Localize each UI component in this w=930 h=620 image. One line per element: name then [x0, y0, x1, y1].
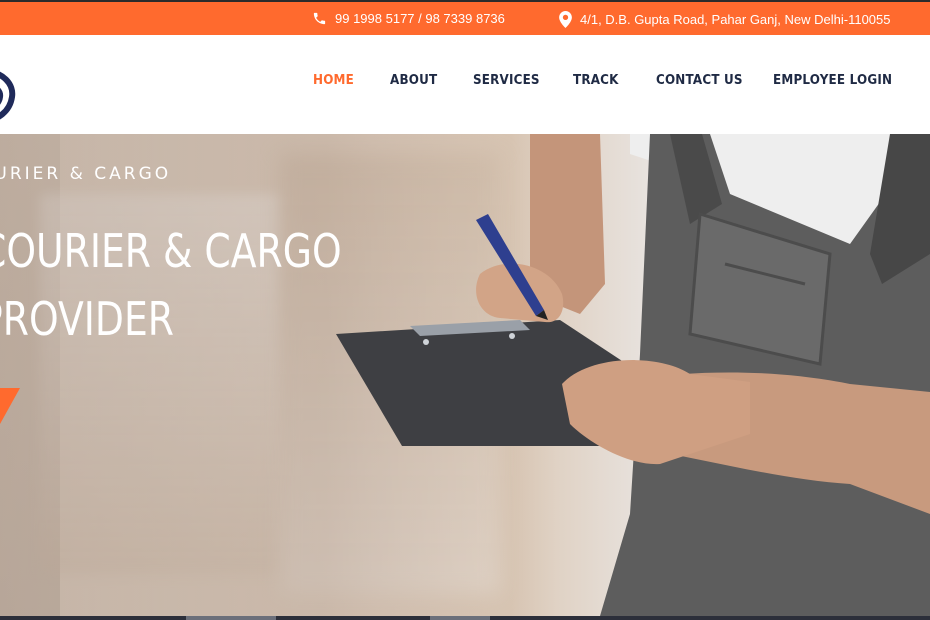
nav-services[interactable]: SERVICES [473, 73, 540, 88]
worker-with-clipboard-image [336, 134, 930, 616]
phone-contact[interactable]: 99 1998 5177 / 98 7339 8736 [312, 11, 505, 26]
hero-banner: OURIER & CARGO COURIER & CARGO PROVIDER [0, 134, 930, 616]
nav-home[interactable]: HOME [313, 73, 354, 88]
nav-employee-login[interactable]: EMPLOYEE LOGIN [773, 73, 892, 88]
phone-icon [313, 12, 326, 25]
location-pin-icon [559, 11, 572, 28]
nav-contact-us[interactable]: CONTACT US [656, 73, 743, 88]
top-contact-bar: 99 1998 5177 / 98 7339 8736 4/1, D.B. Gu… [0, 0, 930, 35]
site-header: HOME ABOUT SERVICES TRACK CONTACT US EMP… [0, 35, 930, 134]
hero-headline-line2: PROVIDER [0, 292, 175, 346]
slider-progress-bar [0, 616, 930, 620]
hero-headline-line1: COURIER & CARGO [0, 224, 342, 278]
phone-numbers: 99 1998 5177 / 98 7339 8736 [335, 11, 505, 26]
nav-about[interactable]: ABOUT [390, 73, 437, 88]
hero-eyebrow: OURIER & CARGO [0, 164, 172, 184]
main-nav: HOME ABOUT SERVICES TRACK CONTACT US EMP… [0, 73, 930, 97]
address-contact: 4/1, D.B. Gupta Road, Pahar Ganj, New De… [559, 11, 891, 28]
address-text: 4/1, D.B. Gupta Road, Pahar Ganj, New De… [580, 12, 891, 27]
orange-arrow-icon [0, 388, 20, 424]
nav-track[interactable]: TRACK [573, 73, 619, 88]
